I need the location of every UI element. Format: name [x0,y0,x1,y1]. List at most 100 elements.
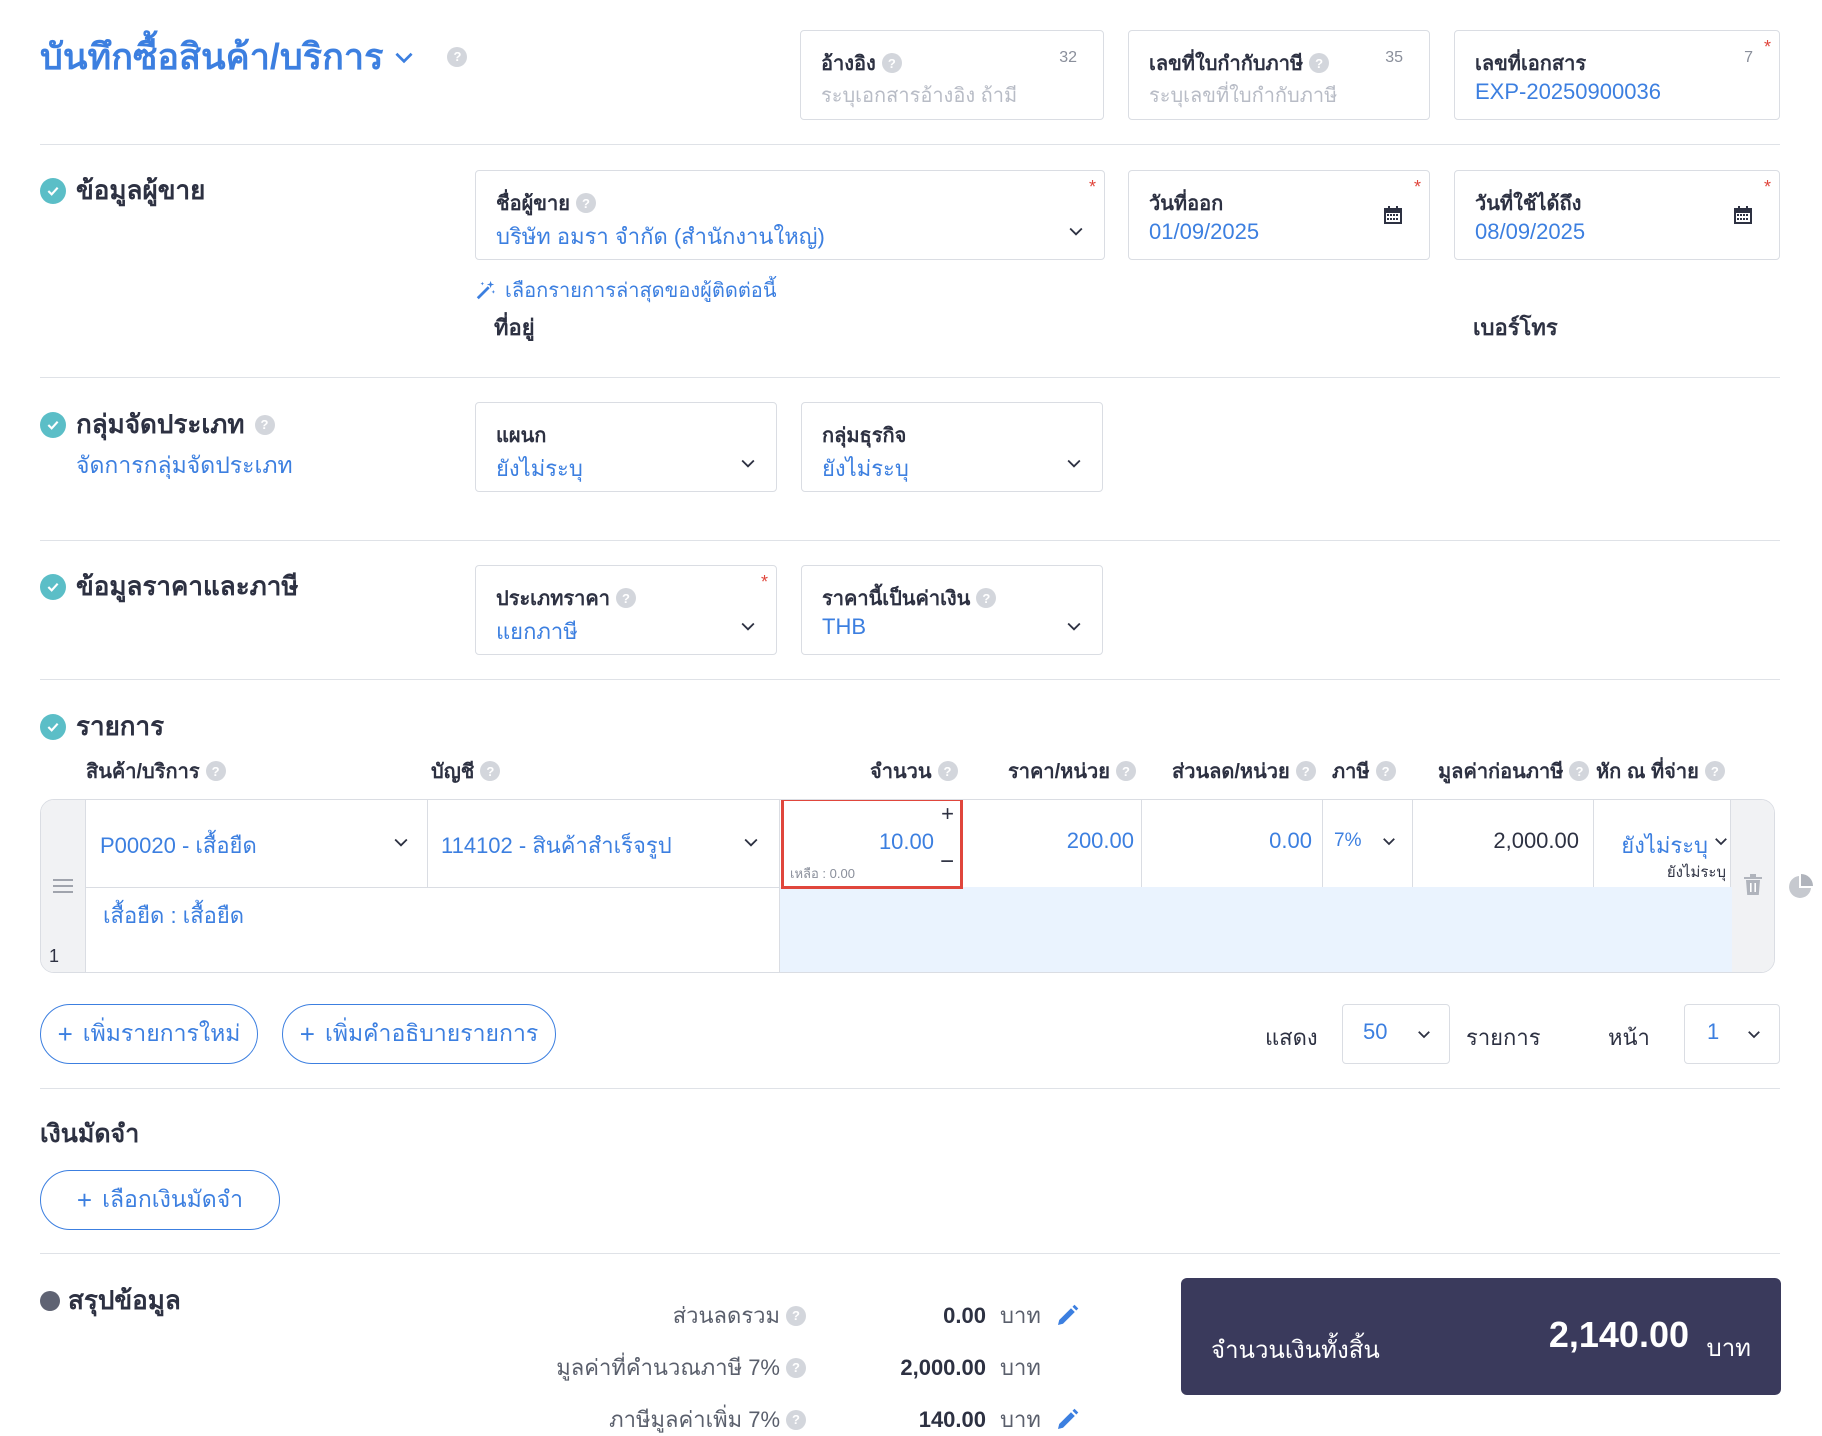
char-counter: 32 [1059,49,1077,66]
chevron-down-icon [1067,459,1081,468]
product-select[interactable]: P00020 - เสื้อยืด [86,800,427,887]
tax-value: 7% [1334,830,1362,851]
doc-no-input[interactable]: EXP-20250900036 [1475,79,1661,105]
phone-label: เบอร์โทร [1473,315,1558,340]
page-title-dropdown[interactable]: บันทึกซื้อสินค้า/บริการ ? [40,28,468,85]
required-mark: * [1763,177,1771,197]
help-icon[interactable]: ? [937,761,958,781]
divider [40,540,1780,541]
vendor-name-value: บริษัท อมรา จำกัด (สำนักงานใหญ่) [496,224,825,249]
table-row: 1 P00020 - เสื้อยืด 114102 - สินค้าสำเร็… [40,799,1775,973]
required-mark: * [1763,37,1771,57]
remaining-qty: เหลือ : 0.00 [790,866,855,881]
help-icon[interactable]: ? [447,46,468,67]
help-icon[interactable]: ? [786,1305,806,1326]
department-select[interactable]: แผนก ยังไม่ระบุ [475,402,777,492]
tax-select[interactable]: 7% [1322,800,1412,887]
department-value: ยังไม่ระบุ [496,456,583,481]
plus-icon: + [299,1018,315,1049]
page-value: 1 [1707,1019,1720,1044]
chevron-down-icon [1383,838,1395,846]
page-title: บันทึกซื้อสินค้า/บริการ [40,36,384,77]
row-drag-handle[interactable]: 1 [41,800,86,972]
total-discount-label: ส่วนลดรวม [672,1303,780,1328]
vendor-section-title: ข้อมูลผู้ขาย [40,170,205,211]
page-select[interactable]: 1 [1684,1004,1780,1064]
minus-icon[interactable]: − [940,850,954,874]
calendar-icon[interactable] [1733,205,1753,225]
account-select[interactable]: 114102 - สินค้าสำเร็จรูป [427,800,779,887]
vendor-name-select[interactable]: ชื่อผู้ขาย? * บริษัท อมรา จำกัด (สำนักงา… [475,170,1105,260]
item-description[interactable]: เสื้อยืด : เสื้อยืด [103,898,244,933]
withholding-sub: ยังไม่ระบุ [1666,864,1726,881]
pricing-section-title: ข้อมูลราคาและภาษี [40,566,299,607]
deposit-title: เงินมัดจำ [40,1120,140,1148]
price-type-value: แยกภาษี [496,619,578,644]
valid-until-field[interactable]: วันที่ใช้ได้ถึง * 08/09/2025 [1454,170,1780,260]
recent-items-link[interactable]: เลือกรายการล่าสุดของผู้ติดต่อนี้ [475,274,776,306]
classification-section-title: กลุ่มจัดประเภท ? [40,404,275,445]
reference-field[interactable]: อ้างอิง? 32 ระบุเอกสารอ้างอิง ถ้ามี [800,30,1104,120]
page-size-value: 50 [1363,1019,1388,1044]
chevron-down-icon [1418,1031,1430,1039]
price-type-label: ประเภทราคา [496,588,610,610]
pencil-icon[interactable] [1055,1408,1079,1432]
withholding-select[interactable]: ยังไม่ระบุ ยังไม่ระบุ [1593,800,1732,887]
help-icon[interactable]: ? [1309,53,1330,73]
help-icon[interactable]: ? [786,1409,806,1430]
help-icon[interactable]: ? [254,414,275,435]
help-icon[interactable]: ? [1569,761,1590,781]
doc-no-field[interactable]: เลขที่เอกสาร * 7 EXP-20250900036 [1454,30,1780,120]
help-icon[interactable]: ? [615,588,636,608]
grand-total-box: จำนวนเงินทั้งสิ้น 2,140.00 บาท [1181,1278,1781,1395]
pie-chart-icon[interactable] [1788,873,1814,899]
show-label: แสดง [1265,1025,1318,1050]
currency-select[interactable]: ราคานี้เป็นค่าเงิน? THB [801,565,1103,655]
page-size-select[interactable]: 50 [1342,1004,1450,1064]
trash-icon[interactable] [1743,874,1763,896]
issue-date-field[interactable]: วันที่ออก * 01/09/2025 [1128,170,1430,260]
select-deposit-button[interactable]: + เลือกเงินมัดจำ [40,1170,280,1230]
quantity-input[interactable]: 10.00 [879,829,934,855]
help-icon[interactable]: ? [881,53,902,73]
drag-handle-icon [53,879,73,893]
help-icon[interactable]: ? [205,761,226,781]
taxable-label: มูลค่าที่คำนวณภาษี 7% [556,1355,780,1380]
account-value: 114102 - สินค้าสำเร็จรูป [441,833,672,858]
add-item-button[interactable]: + เพิ่มรายการใหม่ [40,1004,258,1064]
discount-input[interactable]: 0.00 [1269,828,1312,854]
vat-row: ภาษีมูลค่าเพิ่ม 7% ? 140.00 บาท [500,1402,1100,1436]
help-icon[interactable]: ? [480,761,501,781]
tax-invoice-input[interactable]: ระบุเลขที่ใบกำกับภาษี [1149,79,1337,111]
help-icon[interactable]: ? [1115,761,1136,781]
price-type-select[interactable]: ประเภทราคา? * แยกภาษี [475,565,777,655]
manage-classification-link[interactable]: จัดการกลุ่มจัดประเภท [76,448,293,484]
vendor-name-label: ชื่อผู้ขาย [496,193,570,215]
add-description-button[interactable]: + เพิ่มคำอธิบายรายการ [282,1004,556,1064]
address-label: ที่อยู่ [494,315,535,340]
help-icon[interactable]: ? [1295,761,1316,781]
total-discount-value: 0.00 [943,1302,986,1328]
help-icon[interactable]: ? [976,588,997,608]
business-group-value: ยังไม่ระบุ [822,456,909,481]
reference-input[interactable]: ระบุเอกสารอ้างอิง ถ้ามี [821,79,1017,111]
unit-price-input[interactable]: 200.00 [1067,828,1134,854]
calendar-icon[interactable] [1383,205,1403,225]
pencil-icon[interactable] [1055,1304,1079,1328]
col-withholding: หัก ณ ที่จ่าย? [1596,755,1725,787]
help-icon[interactable]: ? [1375,761,1396,781]
required-mark: * [1088,177,1096,197]
tax-invoice-field[interactable]: เลขที่ใบกำกับภาษี? 35 ระบุเลขที่ใบกำกับภ… [1128,30,1430,120]
items-section-title: รายการ [40,706,164,747]
currency-unit: บาท [1000,1407,1041,1432]
help-icon[interactable]: ? [786,1357,806,1378]
check-icon [40,411,66,438]
plus-icon[interactable]: + [941,803,954,825]
business-group-select[interactable]: กลุ่มธุรกิจ ยังไม่ระบุ [801,402,1103,492]
quantity-stepper[interactable]: + 10.00 − เหลือ : 0.00 [781,800,963,889]
help-icon[interactable]: ? [575,193,596,213]
plus-icon: + [57,1018,73,1049]
help-icon[interactable]: ? [1704,761,1725,781]
required-mark: * [1413,177,1421,197]
divider [40,1088,1780,1089]
